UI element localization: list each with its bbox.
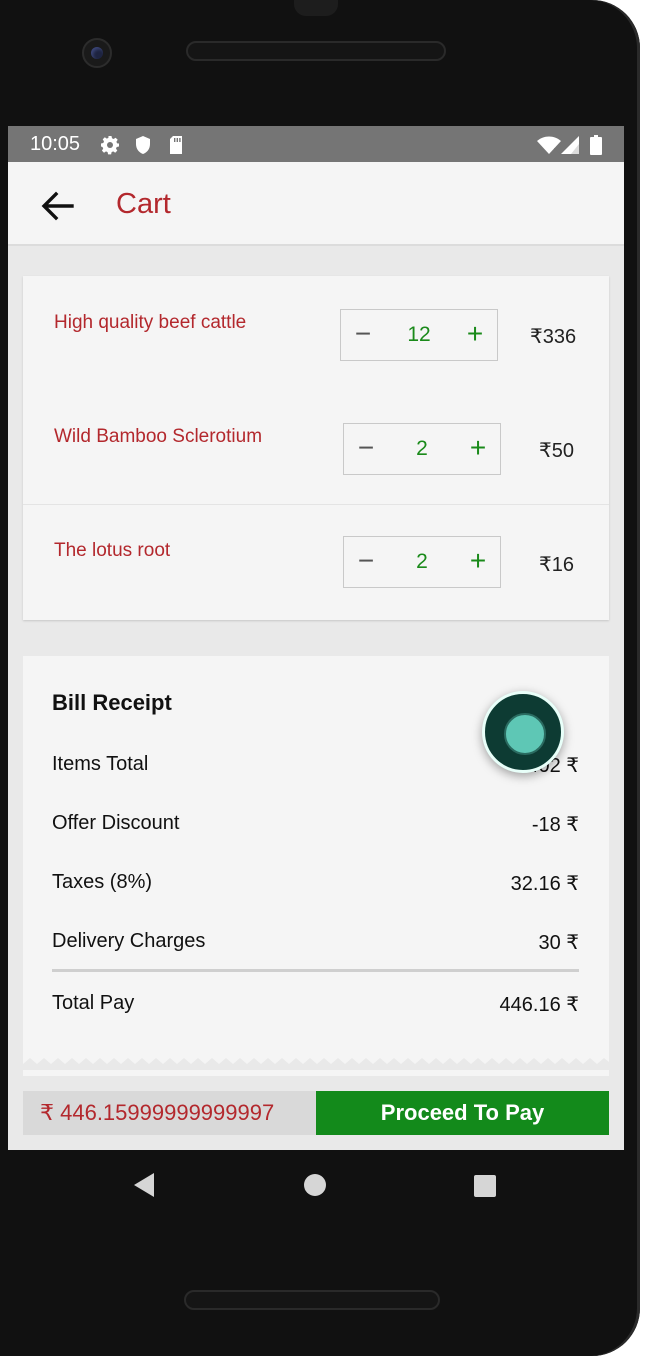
arrow-left-icon <box>38 191 78 228</box>
decrease-quantity-button[interactable]: − <box>344 537 388 587</box>
back-button[interactable] <box>38 188 78 224</box>
bill-value: 32.16 ₹ <box>510 873 579 895</box>
phone-notch <box>294 0 338 16</box>
bill-line-delivery-charges: Delivery Charges 30 ₹ <box>52 930 579 958</box>
nav-back-icon[interactable] <box>132 1172 156 1203</box>
system-navigation-bar <box>8 1150 624 1222</box>
bill-divider <box>52 969 579 972</box>
bill-title: Bill Receipt <box>52 690 172 715</box>
cart-items-card: High quality beef cattle − 12 + ₹336 Wil… <box>23 276 609 620</box>
cart-item: Wild Bamboo Sclerotium − 2 + ₹50 <box>23 390 609 504</box>
bill-label: Delivery Charges <box>52 930 206 952</box>
item-name: High quality beef cattle <box>54 312 247 333</box>
nav-recents-icon[interactable] <box>474 1175 496 1197</box>
status-time: 10:05 <box>30 133 81 155</box>
status-bar: 10:05 <box>8 126 624 162</box>
receipt-zigzag-edge <box>23 1058 609 1070</box>
cart-item: High quality beef cattle − 12 + ₹336 <box>23 276 609 390</box>
nav-home-icon[interactable] <box>304 1174 326 1196</box>
checkout-bar: ₹ 446.15999999999997 Proceed To Pay <box>23 1091 609 1135</box>
item-name: The lotus root <box>54 540 171 561</box>
shield-icon <box>134 135 152 160</box>
touch-indicator <box>482 691 564 773</box>
bill-label: Items Total <box>52 753 149 775</box>
front-camera-icon <box>82 38 112 68</box>
item-quantity: 2 <box>416 550 428 573</box>
item-quantity: 2 <box>416 437 428 460</box>
gear-icon <box>100 135 120 160</box>
bill-line-total-pay: Total Pay 446.16 ₹ <box>52 992 579 1020</box>
increase-quantity-button[interactable]: + <box>456 424 500 474</box>
wifi-icon <box>536 135 562 160</box>
bottom-speaker <box>184 1290 440 1310</box>
bill-value: -18 ₹ <box>531 814 579 836</box>
item-price: ₹336 <box>530 326 577 348</box>
quantity-stepper: − 2 + <box>343 423 501 475</box>
increase-quantity-button[interactable]: + <box>453 310 497 360</box>
app-bar: Cart <box>8 162 624 246</box>
proceed-to-pay-button[interactable]: Proceed To Pay <box>316 1091 609 1135</box>
bill-label: Taxes (8%) <box>52 871 153 893</box>
decrease-quantity-button[interactable]: − <box>344 424 388 474</box>
decrease-quantity-button[interactable]: − <box>341 310 385 360</box>
signal-icon <box>560 135 580 160</box>
bill-line-taxes: Taxes (8%) 32.16 ₹ <box>52 871 579 899</box>
earpiece-speaker <box>186 41 446 61</box>
bill-value: 446.16 ₹ <box>499 994 579 1016</box>
sd-card-icon <box>168 135 184 160</box>
page-title: Cart <box>116 188 171 220</box>
bill-line-offer-discount: Offer Discount -18 ₹ <box>52 812 579 840</box>
bill-label: Total Pay <box>52 992 135 1014</box>
bill-value: 30 ₹ <box>538 932 579 954</box>
increase-quantity-button[interactable]: + <box>456 537 500 587</box>
item-price: ₹16 <box>539 554 574 576</box>
item-name: Wild Bamboo Sclerotium <box>54 426 263 447</box>
battery-icon <box>590 135 602 160</box>
phone-frame: 10:05 Cart High quality beef cattle − 12… <box>0 0 640 1356</box>
quantity-stepper: − 2 + <box>343 536 501 588</box>
item-quantity: 12 <box>407 323 431 346</box>
item-price: ₹50 <box>539 440 574 462</box>
cart-item: The lotus root − 2 + ₹16 <box>23 504 609 618</box>
quantity-stepper: − 12 + <box>340 309 498 361</box>
app-screen: 10:05 Cart High quality beef cattle − 12… <box>8 126 624 1150</box>
bill-label: Offer Discount <box>52 812 180 834</box>
checkout-amount: ₹ 446.15999999999997 <box>23 1091 316 1135</box>
